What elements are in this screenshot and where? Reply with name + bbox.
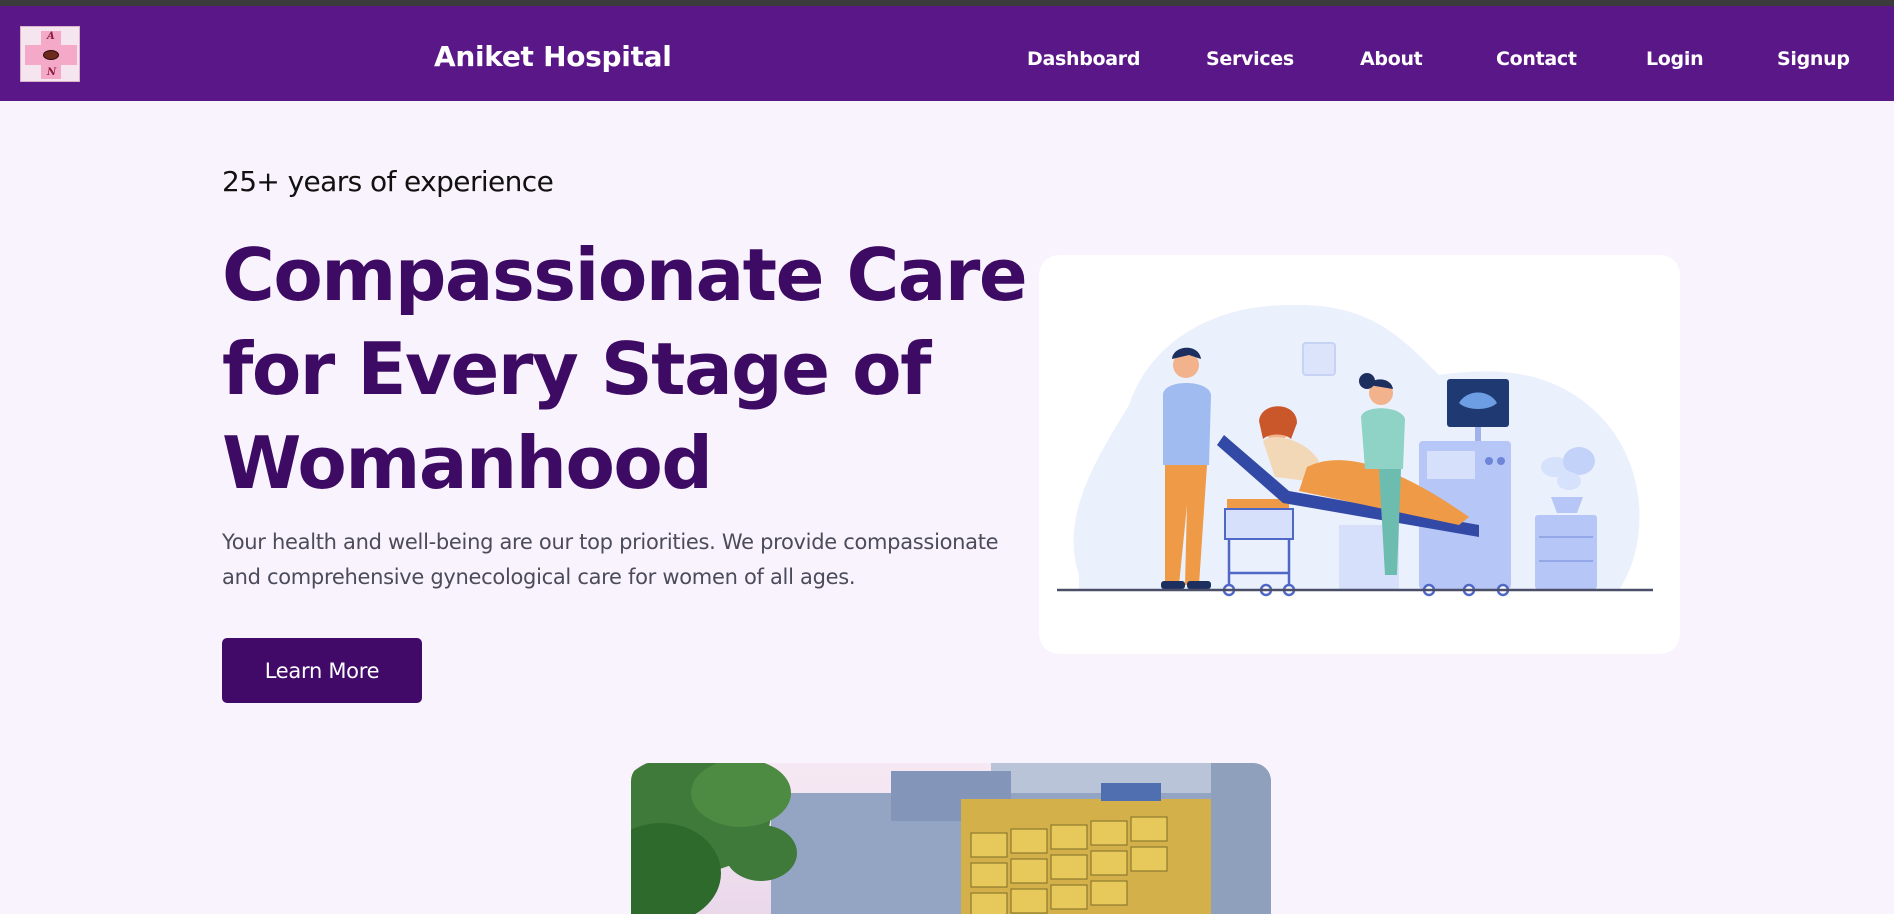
nav-link-about[interactable]: About bbox=[1360, 48, 1423, 70]
learn-more-button[interactable]: Learn More bbox=[222, 638, 422, 703]
hero-headline: Compassionate Care for Every Stage of Wo… bbox=[222, 228, 1028, 510]
nav-links: Dashboard Services About Contact Login S… bbox=[0, 48, 1894, 78]
headline-line-1: Compassionate Care bbox=[222, 233, 1028, 317]
hero-description: Your health and well-being are our top p… bbox=[222, 530, 999, 589]
ultrasound-illustration-card bbox=[1039, 255, 1680, 654]
logo-letter-a: A bbox=[47, 31, 55, 42]
nav-link-dashboard[interactable]: Dashboard bbox=[1027, 48, 1140, 70]
building-photo-art bbox=[631, 763, 1271, 914]
experience-tagline: 25+ years of experience bbox=[222, 165, 554, 198]
nav-link-contact[interactable]: Contact bbox=[1496, 48, 1577, 70]
headline-line-3: Womanhood bbox=[222, 421, 713, 505]
nav-link-services[interactable]: Services bbox=[1206, 48, 1294, 70]
nav-link-signup[interactable]: Signup bbox=[1777, 48, 1850, 70]
nav-link-login[interactable]: Login bbox=[1646, 48, 1704, 70]
hospital-building-photo bbox=[631, 763, 1271, 914]
ultrasound-illustration bbox=[1057, 304, 1653, 597]
headline-line-2: for Every Stage of bbox=[222, 327, 931, 411]
navbar: A N Aniket Hospital Dashboard Services A… bbox=[0, 6, 1894, 101]
